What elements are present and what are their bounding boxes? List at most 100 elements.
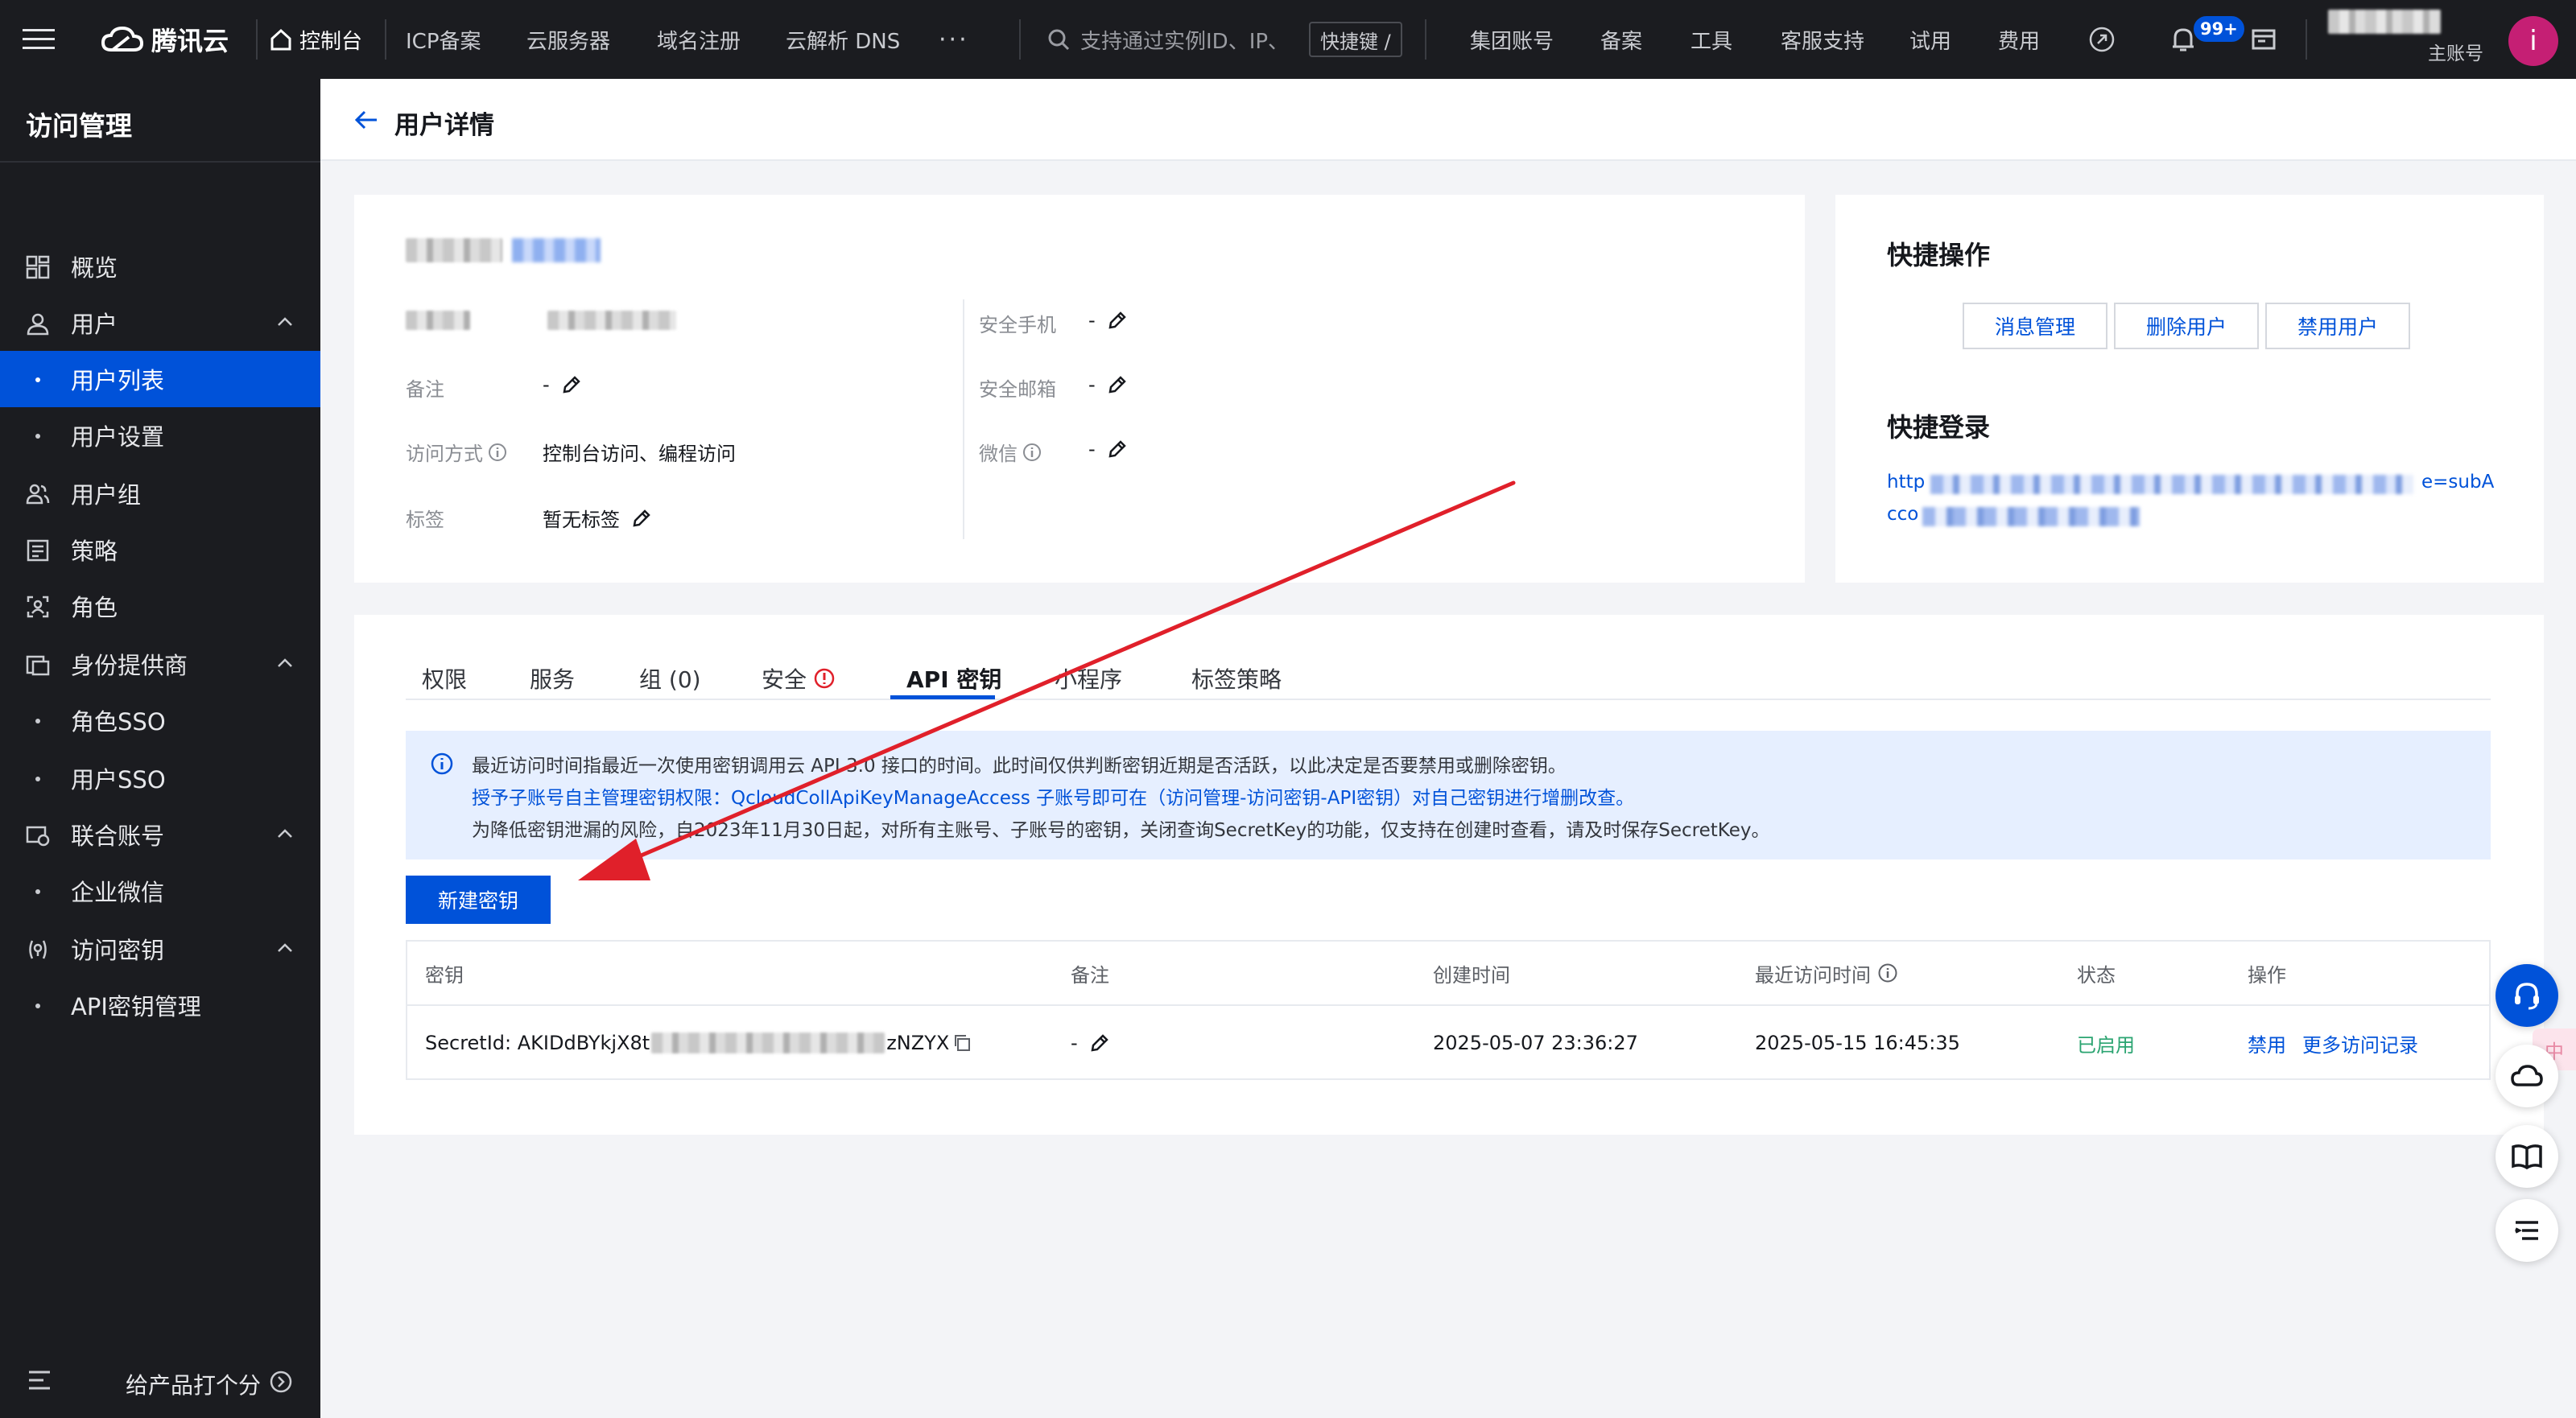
sidebar-item-role[interactable]: 角色 [0,578,320,634]
tag-label: 标签 [406,509,444,531]
more-access-records-link[interactable]: 更多访问记录 [2302,1006,2418,1080]
sidebar-item-overview[interactable]: 概览 [0,238,320,295]
sidebar-item-role-sso[interactable]: 角色SSO [0,692,320,748]
wechat-label-text: 微信 [979,443,1018,465]
table-row-created: 2025-05-07 23:36:27 [1433,1032,1638,1054]
nav-icp[interactable]: ICP备案 [406,0,481,79]
nav-tools[interactable]: 工具 [1690,0,1732,79]
account-role[interactable]: 主账号 [2428,39,2483,64]
sidebar-item-user[interactable]: 用户 [0,295,320,351]
nav-group-account[interactable]: 集团账号 [1470,0,1554,79]
sidebar-item-user-sso[interactable]: 用户SSO [0,750,320,806]
security-email-value: - [1088,373,1128,396]
tab-groups[interactable]: 组 (0) [639,658,701,699]
cloud-icon[interactable] [2496,1045,2558,1107]
security-email-label: 安全邮箱 [979,378,1056,401]
disable-user-button[interactable]: 禁用用户 [2265,303,2410,349]
brand-logo[interactable]: 腾讯云 [101,0,229,79]
sidebar-item-identity-provider[interactable]: 身份提供商 [0,636,320,692]
edit-icon[interactable] [1089,1033,1110,1053]
sidebar-item-user-list[interactable]: 用户列表 [0,351,320,407]
sidebar-item-wecom[interactable]: 企业微信 [0,863,320,919]
tab-permissions[interactable]: 权限 [422,658,467,699]
wechat-label: 微信 [979,438,1042,466]
edit-icon[interactable] [1107,374,1128,395]
quick-login-url[interactable]: http e=subA cco [1887,472,2499,536]
column-header-remark: 备注 [1071,963,1109,987]
edit-icon[interactable] [1107,310,1128,331]
copy-icon[interactable] [952,1033,972,1053]
message-management-button[interactable]: 消息管理 [1963,303,2107,349]
access-method-label: 访问方式 [406,438,507,466]
security-phone-label: 安全手机 [979,314,1056,336]
back-arrow-icon[interactable] [354,109,378,130]
book-icon[interactable] [2496,1125,2558,1188]
role-icon [26,595,50,619]
notice-line-1: 最近访问时间指最近一次使用密钥调用云 API 3.0 接口的时间。此时间仅供判断… [472,756,1567,777]
notice-permission-link[interactable]: 授予子账号自主管理密钥权限：QcloudCollApiKeyManageAcce… [472,782,1634,810]
dashboard-icon [26,255,50,279]
edit-icon[interactable] [561,374,582,395]
nav-domain[interactable]: 域名注册 [657,0,741,79]
sidebar-item-api-key-management[interactable]: API密钥管理 [0,977,320,1033]
search-icon [1046,27,1071,52]
sidebar-item-label: 策略 [71,538,118,565]
username-redacted [406,238,502,262]
message-center-icon[interactable] [2251,0,2278,79]
bell-icon[interactable] [2170,0,2196,79]
collapse-sidebar-icon[interactable] [27,1370,52,1391]
api-key-notice: 最近访问时间指最近一次使用密钥调用云 API 3.0 接口的时间。此时间仅供判断… [406,731,2491,859]
menu-icon[interactable] [23,0,55,79]
nav-billing[interactable]: 费用 [1998,0,2040,79]
home-icon [269,27,293,52]
avatar[interactable]: i [2508,16,2558,66]
nav-dns[interactable]: 云解析 DNS [786,0,900,79]
sidebar-item-federated-account[interactable]: 联合账号 [0,806,320,863]
search-input[interactable]: 支持通过实例ID、IP、 [1046,23,1289,56]
column-header-actions: 操作 [2248,963,2286,987]
link-icon[interactable] [2088,0,2116,79]
edit-icon[interactable] [1107,439,1128,460]
create-key-button[interactable]: 新建密钥 [406,876,551,924]
sidebar-item-policy[interactable]: 策略 [0,521,320,578]
customer-service-icon[interactable] [2496,964,2558,1027]
account-name-redacted [2328,10,2441,34]
console-home-link[interactable]: 控制台 [269,0,362,79]
tab-services[interactable]: 服务 [530,658,575,699]
sidebar-item-label: 用户 [71,311,118,338]
quick-actions-card: 快捷操作 消息管理 删除用户 禁用用户 快捷登录 http e=subA cco [1835,195,2544,583]
sidebar-item-user-settings[interactable]: 用户设置 [0,407,320,464]
sidebar-item-user-group[interactable]: 用户组 [0,465,320,521]
nav-more[interactable]: ··· [939,0,969,79]
info-icon[interactable] [1877,963,1898,983]
secret-id-redacted [651,1033,886,1053]
wechat-value: - [1088,438,1128,460]
warning-icon [813,667,836,690]
user-info-card: 备注 - 访问方式 控制台访问、编程访问 标签 暂无标签 安全手机 - 安全邮箱… [354,195,1805,583]
tab-tag-policy[interactable]: 标签策略 [1191,658,1282,699]
sidebar-item-label: 角色SSO [71,708,166,736]
page-title: 用户详情 [394,111,494,140]
list-icon[interactable] [2496,1199,2558,1262]
arrow-right-circle-icon [269,1370,293,1394]
quick-actions-title: 快捷操作 [1887,240,1991,270]
disable-key-link[interactable]: 禁用 [2248,1006,2286,1080]
sidebar: 访问管理 概览 用户 用户列表 用户设置 用户组 策略 角色 身份提供商 角色S… [0,79,320,1418]
column-header-key: 密钥 [425,963,464,987]
info-icon[interactable] [488,443,507,462]
delete-user-button[interactable]: 删除用户 [2114,303,2259,349]
nav-cvm[interactable]: 云服务器 [526,0,610,79]
tab-mini-program[interactable]: 小程序 [1055,658,1122,699]
nav-beian[interactable]: 备案 [1600,0,1642,79]
tab-api-keys[interactable]: API 密钥 [906,658,1001,699]
edit-icon[interactable] [631,508,652,529]
nav-support[interactable]: 客服支持 [1781,0,1864,79]
nav-trial[interactable]: 试用 [1909,0,1951,79]
tab-security[interactable]: 安全 [762,658,836,699]
login-url-line2-redacted [1922,507,2140,526]
sidebar-item-label: 联合账号 [71,822,165,850]
info-icon[interactable] [1022,443,1042,462]
console-label: 控制台 [299,29,363,54]
sidebar-item-access-key[interactable]: 访问密钥 [0,921,320,977]
feedback-rating-link[interactable]: 给产品打个分 [126,1368,261,1400]
